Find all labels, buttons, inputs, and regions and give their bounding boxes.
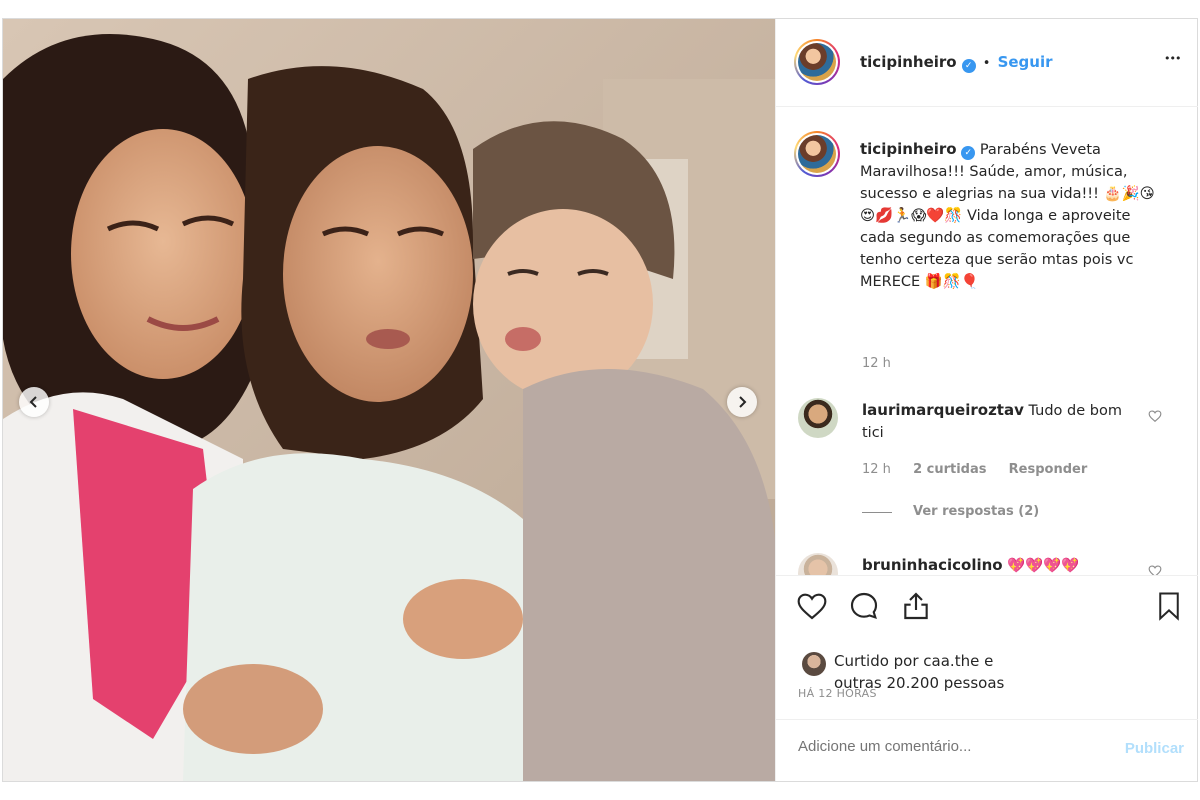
comment-heart-icon[interactable] bbox=[1148, 564, 1162, 575]
comment-text: 💖💖💖💖 bbox=[1007, 558, 1080, 574]
comment-avatar[interactable] bbox=[798, 553, 838, 575]
post-actions: Curtido por caa.the e outras 20.200 pess… bbox=[776, 575, 1198, 703]
caption-username[interactable]: ticipinheiro bbox=[860, 140, 957, 158]
add-comment-bar: Publicar bbox=[776, 719, 1198, 781]
comment-body: bruninhacicolino 💖💖💖💖 bbox=[862, 554, 1122, 575]
verified-badge-icon: ✓ bbox=[961, 146, 976, 160]
chevron-left-icon bbox=[29, 396, 37, 408]
reply-button[interactable]: Responder bbox=[1009, 462, 1088, 477]
bookmark-icon[interactable] bbox=[1154, 590, 1184, 622]
caption-time[interactable]: 12 h bbox=[862, 356, 891, 371]
comment-body: laurimarqueiroztav Tudo de bom tici bbox=[862, 399, 1122, 444]
comment-likes[interactable]: 2 curtidas bbox=[913, 462, 986, 477]
post-media[interactable] bbox=[3, 19, 775, 781]
post-side-panel: ticipinheiro ✓ • Seguir ••• ticipinheiro… bbox=[775, 19, 1198, 781]
instagram-post: ticipinheiro ✓ • Seguir ••• ticipinheiro… bbox=[2, 18, 1198, 782]
verified-badge-icon: ✓ bbox=[961, 59, 976, 73]
comment-username[interactable]: laurimarqueiroztav bbox=[862, 401, 1024, 419]
comment-icon[interactable] bbox=[848, 590, 880, 622]
separator-dot: • bbox=[982, 56, 991, 71]
comment-username[interactable]: bruninhacicolino bbox=[862, 556, 1003, 574]
comment-time[interactable]: 12 h bbox=[862, 462, 891, 477]
publish-button[interactable]: Publicar bbox=[1125, 740, 1184, 757]
post-header: ticipinheiro ✓ • Seguir ••• bbox=[776, 19, 1198, 107]
chevron-right-icon bbox=[739, 396, 747, 408]
caption-text: Parabéns Veveta Maravilhosa!!! Saúde, am… bbox=[860, 142, 1155, 290]
post-photo bbox=[3, 19, 775, 781]
caption-avatar[interactable] bbox=[794, 131, 840, 177]
follow-button[interactable]: Seguir bbox=[998, 53, 1053, 71]
more-options-button[interactable]: ••• bbox=[1164, 52, 1181, 65]
liked-by-avatar[interactable] bbox=[802, 652, 826, 676]
comment-avatar[interactable] bbox=[798, 398, 838, 438]
view-replies-button[interactable]: Ver respostas (2) bbox=[913, 504, 1039, 519]
replies-divider bbox=[862, 512, 892, 513]
comment-meta: 12 h 2 curtidas Responder bbox=[862, 462, 1087, 477]
heart-icon[interactable] bbox=[796, 590, 828, 622]
prev-image-button[interactable] bbox=[19, 387, 49, 417]
post-timestamp[interactable]: HÁ 12 HORAS bbox=[798, 687, 877, 700]
liked-by-text[interactable]: Curtido por caa.the e bbox=[834, 650, 1004, 672]
comment-input[interactable] bbox=[798, 738, 1098, 755]
comments-list[interactable]: ticipinheiro ✓ Parabéns Veveta Maravilho… bbox=[776, 107, 1198, 575]
comment-heart-icon[interactable] bbox=[1148, 409, 1162, 423]
share-icon[interactable] bbox=[900, 590, 932, 622]
header-username[interactable]: ticipinheiro bbox=[860, 53, 957, 71]
avatar[interactable] bbox=[794, 39, 840, 85]
caption: ticipinheiro ✓ Parabéns Veveta Maravilho… bbox=[860, 138, 1160, 293]
next-image-button[interactable] bbox=[727, 387, 757, 417]
